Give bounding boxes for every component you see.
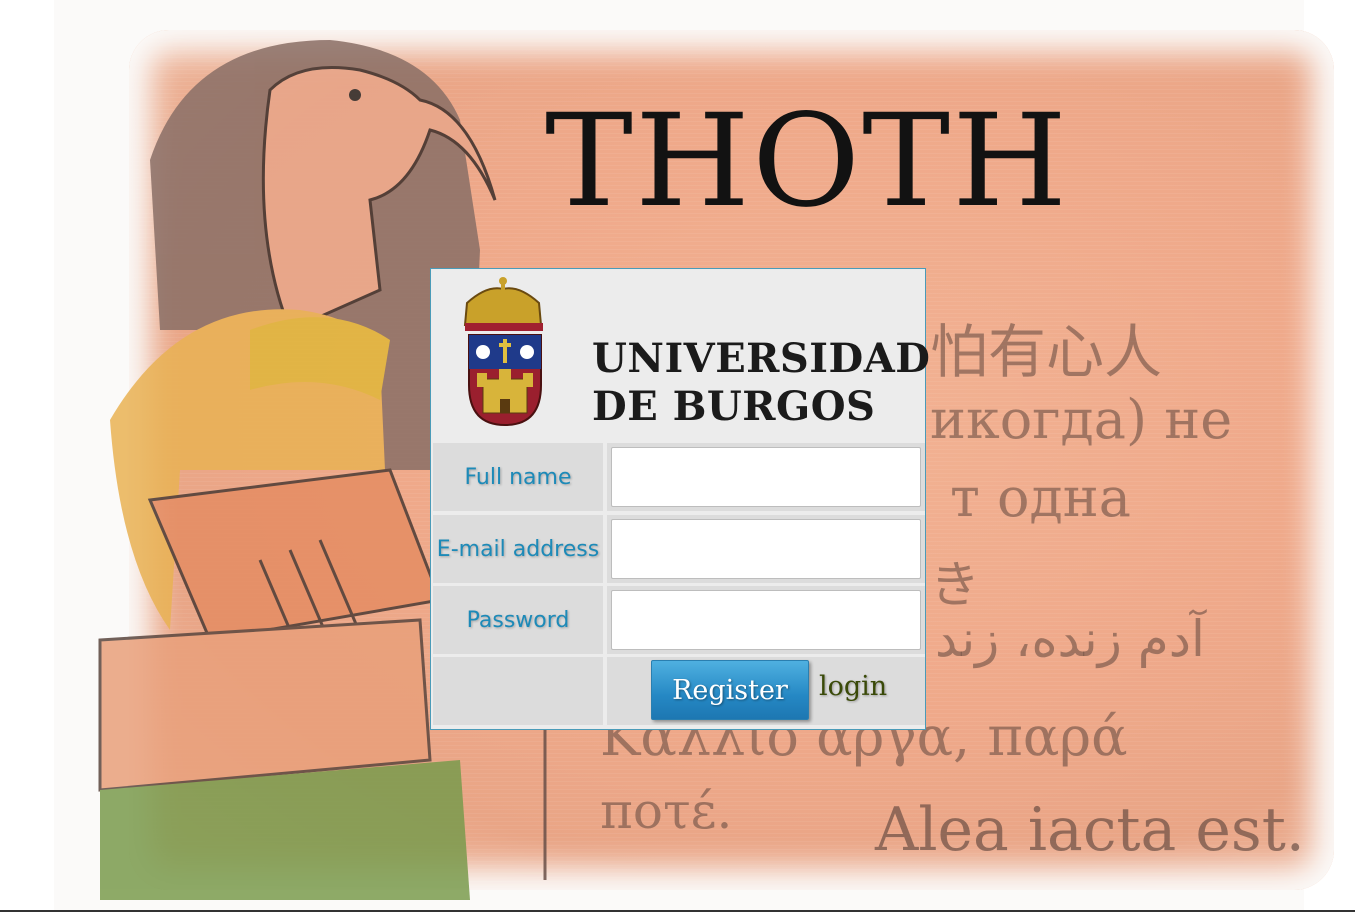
full-name-row: Full name [433,443,925,511]
background-text-misc: き [930,556,980,614]
background-text-russian-2: т одна [950,466,1131,529]
email-input[interactable] [611,519,921,579]
email-cell [607,515,925,583]
actions-cell: Register login [607,657,925,725]
email-label: E-mail address [433,515,603,583]
thoth-title: THOTH [545,87,1070,236]
password-cell [607,586,925,654]
email-row: E-mail address [433,515,925,583]
register-panel: UNIVERSIDAD DE BURGOS Full name E-mail a… [430,268,930,730]
background-text-chinese: 怕有心人 [930,318,1163,386]
full-name-cell [607,443,925,511]
login-link[interactable]: login [819,671,887,702]
password-input[interactable] [611,590,921,650]
actions-row: Register login [433,657,925,725]
background-text-latin: Alea iacta est. [875,795,1305,865]
university-name-line2: DE BURGOS [592,383,876,430]
password-label: Password [433,586,603,654]
background-text-arabic: آدم زنده، زند [935,610,1205,668]
full-name-label: Full name [433,443,603,511]
ibis-eye-shape [349,89,361,101]
full-name-input[interactable] [611,447,921,507]
shoulder-band-shape [147,468,443,642]
password-row: Password [433,586,925,654]
body-shape [98,618,432,792]
university-logo: UNIVERSIDAD DE BURGOS [457,275,930,430]
university-name-line1: UNIVERSIDAD [592,335,931,382]
actions-empty-cell [433,657,603,725]
background-text-russian-1: икогда) не [930,388,1233,451]
register-button[interactable]: Register [651,660,809,720]
coat-of-arms-icon [463,277,543,427]
background-text-greek-2: ποτέ. [600,782,733,840]
